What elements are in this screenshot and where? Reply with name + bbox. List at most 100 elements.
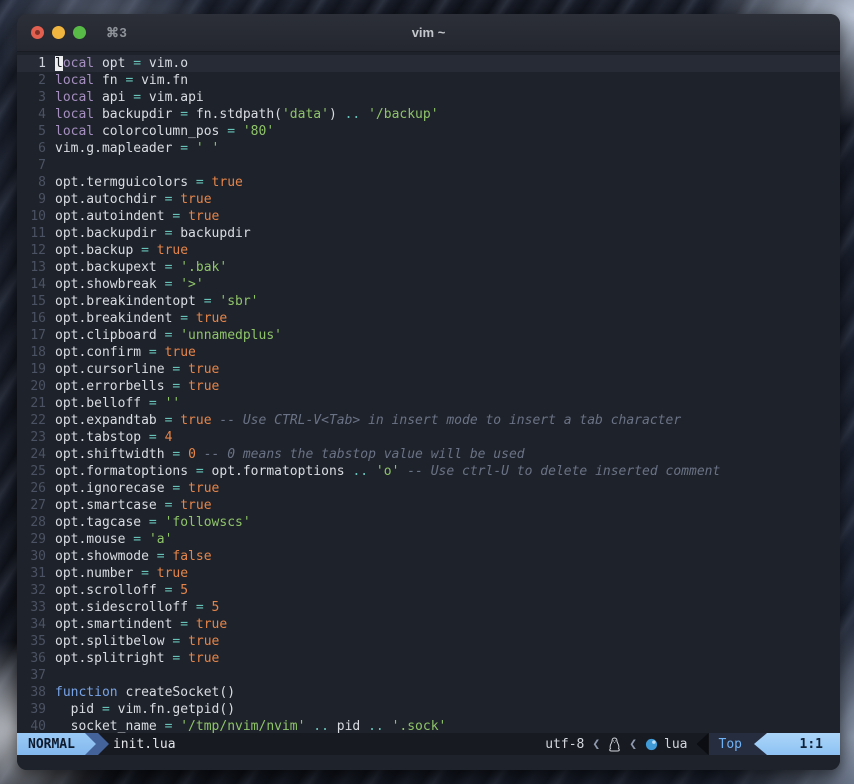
code-line[interactable]: 20opt.errorbells = true xyxy=(17,378,840,395)
line-number: 26 xyxy=(17,480,46,497)
code-line[interactable]: 25opt.formatoptions = opt.formatoptions … xyxy=(17,463,840,480)
code-line[interactable]: 30opt.showmode = false xyxy=(17,548,840,565)
code-line[interactable]: 22opt.expandtab = true -- Use CTRL-V<Tab… xyxy=(17,412,840,429)
line-number: 25 xyxy=(17,463,46,480)
minimize-button[interactable] xyxy=(52,26,65,39)
code-line[interactable]: 28opt.tagcase = 'followscs' xyxy=(17,514,840,531)
line-number: 35 xyxy=(17,633,46,650)
code-text: opt.smartindent = true xyxy=(46,616,227,633)
code-line[interactable]: 12opt.backup = true xyxy=(17,242,840,259)
code-text: local fn = vim.fn xyxy=(46,72,188,89)
code-line[interactable]: 6vim.g.mapleader = ' ' xyxy=(17,140,840,157)
code-line[interactable]: 40 socket_name = '/tmp/nvim/nvim' .. pid… xyxy=(17,718,840,733)
code-line[interactable]: 21opt.belloff = '' xyxy=(17,395,840,412)
line-number: 5 xyxy=(17,123,46,140)
code-text: opt.scrolloff = 5 xyxy=(46,582,188,599)
code-line[interactable]: 38function createSocket() xyxy=(17,684,840,701)
cursor-position-segment: 1:1 xyxy=(754,733,840,755)
code-line[interactable]: 13opt.backupext = '.bak' xyxy=(17,259,840,276)
line-number: 38 xyxy=(17,684,46,701)
line-number: 39 xyxy=(17,701,46,718)
code-line[interactable]: 4local backupdir = fn.stdpath('data') ..… xyxy=(17,106,840,123)
code-line[interactable]: 26opt.ignorecase = true xyxy=(17,480,840,497)
editor-area[interactable]: 1local opt = vim.o2local fn = vim.fn3loc… xyxy=(17,52,840,733)
code-line[interactable]: 3local api = vim.api xyxy=(17,89,840,106)
code-text: opt.shiftwidth = 0 -- 0 means the tabsto… xyxy=(46,446,525,463)
line-number: 22 xyxy=(17,412,46,429)
code-line[interactable]: 17opt.clipboard = 'unnamedplus' xyxy=(17,327,840,344)
line-number: 14 xyxy=(17,276,46,293)
line-number: 34 xyxy=(17,616,46,633)
code-text: opt.confirm = true xyxy=(46,344,196,361)
code-line[interactable]: 39 pid = vim.fn.getpid() xyxy=(17,701,840,718)
code-text: local opt = vim.o xyxy=(46,55,188,72)
close-button[interactable] xyxy=(31,26,44,39)
code-text: opt.autochdir = true xyxy=(46,191,212,208)
code-text: opt.backupdir = backupdir xyxy=(46,225,251,242)
code-line[interactable]: 8opt.termguicolors = true xyxy=(17,174,840,191)
line-number: 19 xyxy=(17,361,46,378)
zoom-button[interactable] xyxy=(73,26,86,39)
code-text: opt.splitbelow = true xyxy=(46,633,219,650)
code-text: opt.clipboard = 'unnamedplus' xyxy=(46,327,282,344)
window-titlebar[interactable]: ⌘3 vim ~ xyxy=(17,14,840,52)
line-number: 2 xyxy=(17,72,46,89)
code-line[interactable]: 2local fn = vim.fn xyxy=(17,72,840,89)
code-text: socket_name = '/tmp/nvim/nvim' .. pid ..… xyxy=(46,718,446,733)
chevron-left-icon: ❮ xyxy=(584,737,608,752)
line-number: 29 xyxy=(17,531,46,548)
line-number: 36 xyxy=(17,650,46,667)
code-text: opt.expandtab = true -- Use CTRL-V<Tab> … xyxy=(46,412,681,429)
terminal-window: ⌘3 vim ~ 1local opt = vim.o2local fn = v… xyxy=(17,14,840,770)
code-line[interactable]: 15opt.breakindentopt = 'sbr' xyxy=(17,293,840,310)
code-text: opt.splitright = true xyxy=(46,650,219,667)
line-number: 30 xyxy=(17,548,46,565)
code-line[interactable]: 11opt.backupdir = backupdir xyxy=(17,225,840,242)
code-line[interactable]: 31opt.number = true xyxy=(17,565,840,582)
code-text: opt.breakindentopt = 'sbr' xyxy=(46,293,259,310)
line-number: 16 xyxy=(17,310,46,327)
line-number: 40 xyxy=(17,718,46,733)
code-line[interactable]: 37 xyxy=(17,667,840,684)
code-text: opt.mouse = 'a' xyxy=(46,531,172,548)
code-line[interactable]: 33opt.sidescrolloff = 5 xyxy=(17,599,840,616)
code-line[interactable]: 27opt.smartcase = true xyxy=(17,497,840,514)
code-line[interactable]: 18opt.confirm = true xyxy=(17,344,840,361)
code-line[interactable]: 34opt.smartindent = true xyxy=(17,616,840,633)
code-line[interactable]: 14opt.showbreak = '>' xyxy=(17,276,840,293)
line-number: 3 xyxy=(17,89,46,106)
code-text: opt.number = true xyxy=(46,565,188,582)
code-text: opt.backupext = '.bak' xyxy=(46,259,227,276)
line-number: 15 xyxy=(17,293,46,310)
unsaved-dot-icon xyxy=(35,30,40,35)
code-line[interactable]: 36opt.splitright = true xyxy=(17,650,840,667)
line-number: 4 xyxy=(17,106,46,123)
mode-segment: NORMAL xyxy=(17,733,96,755)
line-number: 23 xyxy=(17,429,46,446)
statusline-right: utf-8 ❮ ❮ lua Top 1:1 xyxy=(545,733,840,755)
line-number: 18 xyxy=(17,344,46,361)
line-number: 33 xyxy=(17,599,46,616)
code-text: function createSocket() xyxy=(46,684,235,701)
line-number: 27 xyxy=(17,497,46,514)
code-text: vim.g.mapleader = ' ' xyxy=(46,140,219,157)
code-line[interactable]: 7 xyxy=(17,157,840,174)
code-text: opt.tabstop = 4 xyxy=(46,429,172,446)
code-line[interactable]: 29opt.mouse = 'a' xyxy=(17,531,840,548)
code-line[interactable]: 19opt.cursorline = true xyxy=(17,361,840,378)
code-line[interactable]: 16opt.breakindent = true xyxy=(17,310,840,327)
code-line[interactable]: 24opt.shiftwidth = 0 -- 0 means the tabs… xyxy=(17,446,840,463)
code-line[interactable]: 5local colorcolumn_pos = '80' xyxy=(17,123,840,140)
code-text: opt.breakindent = true xyxy=(46,310,227,327)
line-number: 20 xyxy=(17,378,46,395)
code-line[interactable]: 35opt.splitbelow = true xyxy=(17,633,840,650)
code-line[interactable]: 1local opt = vim.o xyxy=(17,55,840,72)
code-line[interactable]: 23opt.tabstop = 4 xyxy=(17,429,840,446)
code-line[interactable]: 10opt.autoindent = true xyxy=(17,208,840,225)
code-line[interactable]: 32opt.scrolloff = 5 xyxy=(17,582,840,599)
code-line[interactable]: 9opt.autochdir = true xyxy=(17,191,840,208)
code-text: opt.ignorecase = true xyxy=(46,480,219,497)
code-text: opt.sidescrolloff = 5 xyxy=(46,599,219,616)
code-text: pid = vim.fn.getpid() xyxy=(46,701,235,718)
code-text xyxy=(46,667,55,684)
